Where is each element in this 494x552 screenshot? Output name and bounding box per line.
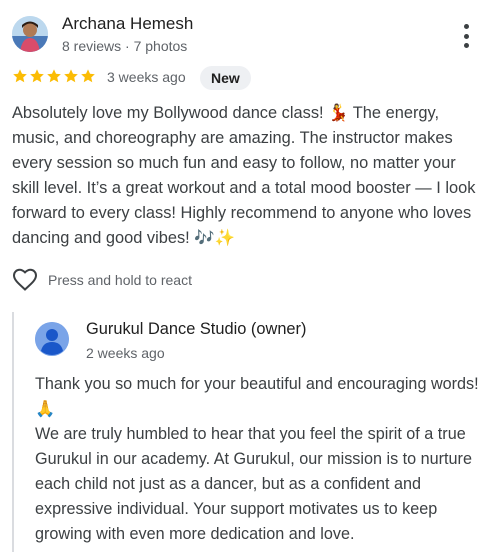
heart-outline-icon [12, 268, 38, 291]
review-time: 3 weeks ago [107, 69, 186, 85]
owner-reply-time: 2 weeks ago [86, 345, 165, 361]
star-icon [81, 69, 95, 83]
review-text: Absolutely love my Bollywood dance class… [12, 104, 480, 247]
review-card: Archana Hemesh 8 reviews · 7 photos 3 we… [0, 0, 494, 552]
star-icon [47, 69, 61, 83]
reviewer-name[interactable]: Archana Hemesh [62, 14, 193, 34]
reviewer-meta: 8 reviews · 7 photos [62, 38, 188, 54]
react-button[interactable]: Press and hold to react [12, 268, 192, 292]
owner-name[interactable]: Gurukul Dance Studio (owner) [86, 320, 306, 339]
owner-reply-text: Thank you so much for your beautiful and… [35, 375, 479, 543]
star-icon [30, 69, 44, 83]
owner-reply: Gurukul Dance Studio (owner) 2 weeks ago… [12, 312, 484, 552]
owner-avatar[interactable] [35, 322, 69, 356]
more-vert-icon[interactable] [456, 24, 476, 48]
react-label: Press and hold to react [48, 272, 192, 288]
reviewer-photo-icon [12, 16, 48, 52]
star-icon [64, 69, 78, 83]
new-badge: New [200, 66, 251, 90]
star-rating [12, 68, 96, 84]
star-icon [13, 69, 27, 83]
default-person-icon [35, 322, 69, 356]
reviewer-avatar[interactable] [12, 16, 48, 52]
